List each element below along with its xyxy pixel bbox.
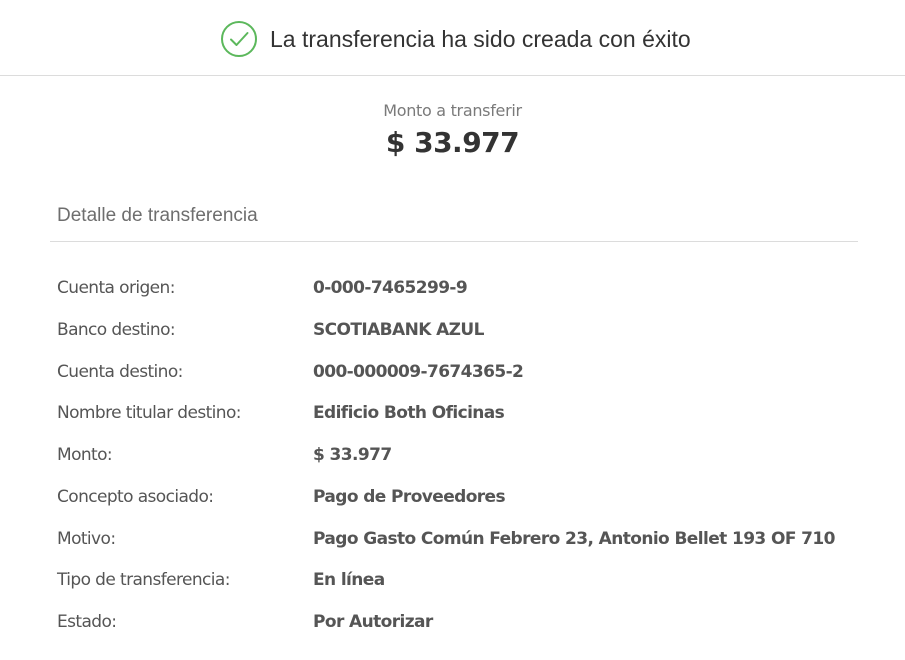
- detail-row-cuenta-origen: Cuenta origen: 0-000-7465299-9: [57, 276, 857, 318]
- success-banner: La transferencia ha sido creada con éxit…: [220, 20, 691, 58]
- detail-value: Por Autorizar: [313, 612, 433, 632]
- transfer-details-list: Cuenta origen: 0-000-7465299-9 Banco des…: [57, 276, 857, 652]
- detail-label: Cuenta destino:: [57, 361, 183, 382]
- detail-row-monto: Monto: $ 33.977: [57, 443, 857, 485]
- detail-label: Motivo:: [57, 528, 116, 549]
- detail-label: Concepto asociado:: [57, 486, 214, 507]
- detail-value: 000-000009-7674365-2: [313, 361, 524, 382]
- check-circle-icon: [221, 21, 257, 57]
- success-message: La transferencia ha sido creada con éxit…: [270, 25, 691, 52]
- detail-label: Nombre titular destino:: [57, 403, 242, 424]
- detail-row-cuenta-destino: Cuenta destino: 000-000009-7674365-2: [57, 360, 857, 402]
- detail-value: SCOTIABANK AZUL: [313, 319, 484, 340]
- detail-row-tipo: Tipo de transferencia: En línea: [57, 568, 857, 610]
- detail-row-concepto: Concepto asociado: Pago de Proveedores: [57, 485, 857, 527]
- amount-label: Monto a transferir: [383, 101, 522, 120]
- detail-label: Cuenta origen:: [57, 278, 175, 298]
- detail-value: 0-000-7465299-9: [313, 278, 468, 298]
- amount-summary: Monto a transferir $ 33.977: [0, 100, 905, 160]
- detail-row-banco-destino: Banco destino: SCOTIABANK AZUL: [57, 318, 857, 360]
- detail-row-estado: Estado: Por Autorizar: [57, 610, 857, 652]
- details-divider: [50, 241, 858, 242]
- detail-row-nombre-titular: Nombre titular destino: Edificio Both Of…: [57, 401, 857, 443]
- detail-label: Monto:: [57, 445, 113, 465]
- detail-value: Pago de Proveedores: [313, 486, 506, 507]
- detail-value: $ 33.977: [313, 445, 392, 465]
- detail-label: Tipo de transferencia:: [57, 570, 230, 591]
- detail-row-motivo: Motivo: Pago Gasto Común Febrero 23, Ant…: [57, 527, 857, 569]
- detail-value: En línea: [313, 570, 385, 591]
- detail-value: Pago Gasto Común Febrero 23, Antonio Bel…: [313, 528, 835, 549]
- detail-value: Edificio Both Oficinas: [313, 403, 505, 424]
- details-title: Detalle de transferencia: [57, 205, 258, 226]
- detail-label: Banco destino:: [57, 319, 176, 340]
- amount-value: $ 33.977: [385, 126, 520, 159]
- detail-label: Estado:: [57, 612, 117, 632]
- success-header: La transferencia ha sido creada con éxit…: [0, 0, 905, 76]
